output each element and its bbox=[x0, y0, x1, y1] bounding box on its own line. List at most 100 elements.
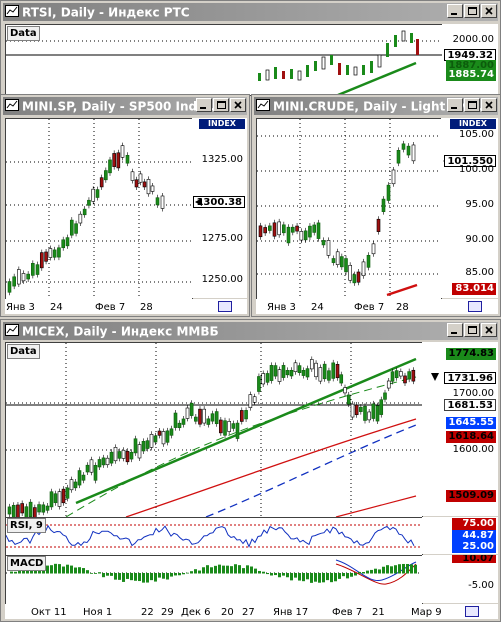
maximize-icon[interactable] bbox=[213, 98, 229, 112]
candle bbox=[91, 188, 96, 202]
macd-bar bbox=[186, 572, 189, 574]
candle bbox=[69, 479, 74, 491]
ie-icon[interactable] bbox=[465, 606, 479, 617]
macd-bar bbox=[86, 570, 89, 574]
candle bbox=[113, 447, 118, 462]
close-icon[interactable] bbox=[481, 4, 497, 18]
macd-bar bbox=[386, 565, 389, 574]
candle bbox=[87, 199, 91, 206]
macd-bar bbox=[334, 573, 337, 582]
close-icon[interactable] bbox=[481, 98, 497, 112]
candle bbox=[239, 410, 244, 422]
chart-window-icon[interactable] bbox=[5, 323, 19, 341]
candle bbox=[24, 506, 29, 517]
macd-bar bbox=[406, 563, 409, 574]
ie-icon[interactable] bbox=[218, 301, 232, 312]
macd-bar bbox=[282, 573, 285, 576]
close-icon[interactable] bbox=[481, 323, 497, 337]
candle bbox=[21, 273, 26, 282]
candle bbox=[406, 145, 411, 156]
macd-bar bbox=[242, 568, 245, 574]
crude-index-label: INDEX bbox=[450, 119, 496, 129]
candle bbox=[89, 459, 94, 473]
macd-histogram bbox=[6, 559, 422, 585]
macd-bar bbox=[50, 565, 53, 574]
rsi-line bbox=[6, 524, 422, 548]
close-icon[interactable] bbox=[230, 98, 246, 112]
macd-bar bbox=[82, 568, 85, 574]
candle bbox=[48, 248, 53, 258]
sp-titlebar[interactable]: MINI.SP, Daily - SP500 Inde... bbox=[3, 97, 247, 115]
candle bbox=[173, 412, 178, 428]
candle bbox=[403, 375, 407, 384]
micex-titlebar[interactable]: MICEX, Daily - Индекс ММВБ bbox=[3, 322, 498, 340]
candle bbox=[11, 504, 16, 517]
macd-bar bbox=[206, 565, 209, 574]
macd-bar bbox=[46, 565, 49, 574]
price-marker-icon bbox=[431, 373, 439, 381]
maximize-icon[interactable] bbox=[464, 323, 480, 337]
chart-window-icon[interactable] bbox=[5, 4, 19, 22]
macd-bar bbox=[346, 573, 349, 579]
minimize-icon[interactable] bbox=[447, 323, 463, 337]
candle bbox=[261, 373, 266, 385]
crude-titlebar[interactable]: MINI.CRUDE, Daily - Light Sw... bbox=[254, 97, 498, 115]
rtsi-titlebar[interactable]: RTSI, Daily - Индекс РТС bbox=[3, 3, 498, 21]
micex-x-label: Ноя 1 bbox=[83, 607, 113, 618]
candle bbox=[301, 370, 306, 376]
candle bbox=[391, 169, 396, 185]
candle bbox=[277, 221, 281, 236]
crude-tick: 85.00 bbox=[465, 267, 494, 278]
chart-window-icon[interactable] bbox=[5, 98, 19, 116]
candle bbox=[268, 225, 272, 231]
candle bbox=[381, 198, 386, 212]
rtsi-window[interactable]: RTSI, Daily - Индекс РТС Data 2000.00 19… bbox=[0, 0, 501, 96]
micex-plot[interactable]: Data bbox=[5, 342, 423, 518]
rsi-plot[interactable]: RSI, 9 bbox=[5, 517, 423, 556]
micex-x-label: 20 bbox=[221, 607, 234, 618]
sp-title: MINI.SP, Daily - SP500 Inde... bbox=[22, 99, 219, 114]
crude-window[interactable]: MINI.CRUDE, Daily - Light Sw... INDEX 10… bbox=[251, 94, 501, 317]
sp-x-label: 24 bbox=[50, 302, 63, 313]
macd-plot[interactable]: MACD bbox=[5, 555, 423, 605]
micex-window[interactable]: MICEX, Daily - Индекс ММВБ Data 1774.83 … bbox=[0, 319, 501, 622]
rtsi-plot[interactable]: Data bbox=[5, 24, 443, 96]
candle bbox=[39, 252, 44, 269]
crude-plot[interactable] bbox=[256, 118, 442, 300]
micex-red-ma-price: 1618.64 bbox=[446, 431, 496, 443]
candle bbox=[121, 449, 126, 459]
sp-plot[interactable] bbox=[5, 118, 193, 300]
candle bbox=[109, 451, 114, 464]
macd-bar bbox=[54, 563, 57, 574]
macd-bar bbox=[362, 572, 365, 574]
candle bbox=[326, 240, 331, 256]
minimize-icon[interactable] bbox=[447, 98, 463, 112]
candle bbox=[257, 376, 261, 392]
maximize-icon[interactable] bbox=[464, 98, 480, 112]
candle bbox=[52, 249, 57, 258]
candle bbox=[299, 231, 304, 241]
chart-window-icon[interactable] bbox=[256, 98, 270, 116]
candle bbox=[198, 408, 202, 425]
macd-bar bbox=[134, 573, 137, 581]
candle bbox=[281, 365, 286, 378]
sp-window[interactable]: MINI.SP, Daily - SP500 Inde... INDEX 132… bbox=[0, 94, 250, 317]
candle bbox=[61, 239, 66, 249]
candle bbox=[371, 243, 376, 255]
rtsi-price-axis: 2000.00 1949.32 1887.00 1885.74 bbox=[442, 24, 498, 94]
minimize-icon[interactable] bbox=[196, 98, 212, 112]
candle bbox=[352, 274, 357, 284]
rtsi-candles bbox=[258, 30, 419, 81]
rsi-lower: 25.00 bbox=[452, 541, 496, 553]
macd-bar bbox=[222, 565, 225, 574]
candle bbox=[309, 359, 314, 370]
macd-bar bbox=[354, 573, 357, 576]
ie-icon[interactable] bbox=[468, 301, 482, 312]
micex-tick: 1600.00 bbox=[452, 444, 494, 455]
minimize-icon[interactable] bbox=[447, 4, 463, 18]
candle bbox=[312, 224, 317, 233]
candle bbox=[316, 222, 321, 239]
candle bbox=[31, 263, 35, 276]
rtsi-data-tag: Data bbox=[7, 26, 40, 41]
maximize-icon[interactable] bbox=[464, 4, 480, 18]
